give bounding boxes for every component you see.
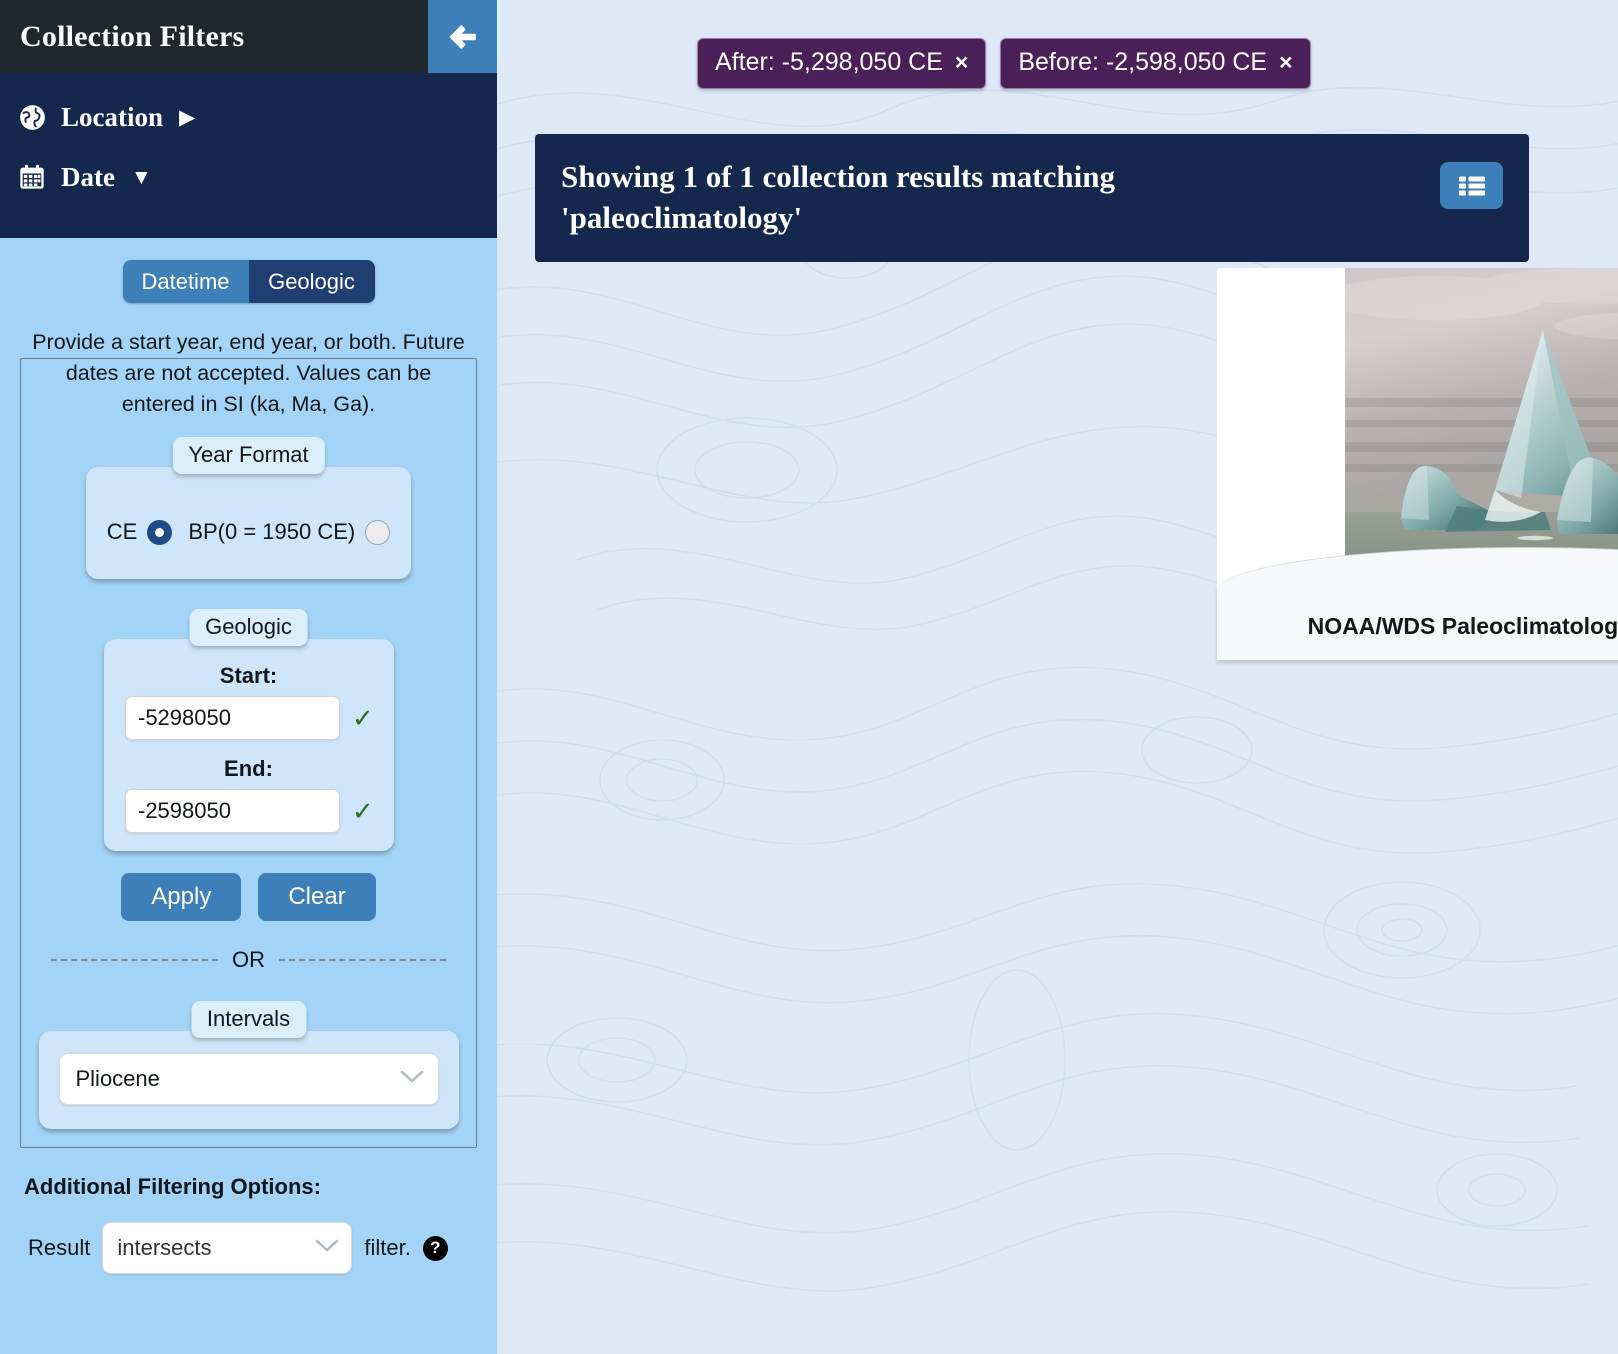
start-valid-check-icon: ✓ <box>352 703 374 733</box>
app-root: Collection Filters Location ▶ Date ▼ Dat… <box>0 0 1618 1354</box>
intervals-group: Intervals Pliocene <box>38 1001 459 1129</box>
filter-chip-after[interactable]: After: -5,298,050 CE × <box>697 38 987 89</box>
results-count-text: Showing 1 of 1 collection results matchi… <box>561 159 1115 235</box>
close-icon[interactable]: × <box>1279 49 1292 76</box>
year-format-group: Year Format CE BP(0 = 1950 CE) <box>86 437 411 579</box>
geologic-range-group: Geologic Start: ✓ End: ✓ <box>103 609 394 851</box>
divider-line-left <box>51 959 218 961</box>
or-divider: OR <box>51 947 446 973</box>
sidebar-header: Collection Filters <box>0 0 497 73</box>
collection-filters-sidebar: Collection Filters Location ▶ Date ▼ Dat… <box>0 0 497 1354</box>
radio-bp[interactable]: BP(0 = 1950 CE) <box>188 519 391 545</box>
date-filter-panel: Datetime Geologic Provide a start year, … <box>0 238 497 1354</box>
calendar-icon <box>17 162 47 192</box>
radio-bp-label: BP(0 = 1950 CE) <box>188 519 356 544</box>
divider-line-right <box>279 959 446 961</box>
date-fieldset: Year Format CE BP(0 = 1950 CE) Geologic … <box>20 358 477 1148</box>
date-mode-toggle: Datetime Geologic <box>122 260 375 303</box>
start-label: Start: <box>219 663 278 688</box>
close-icon[interactable]: × <box>955 49 968 76</box>
results-main-area: After: -5,298,050 CE × Before: -2,598,05… <box>497 0 1618 1354</box>
chevron-down-icon <box>315 1238 339 1258</box>
or-label: OR <box>232 947 265 972</box>
sidebar-item-label: Location <box>61 101 164 132</box>
card-title: NOAA/WDS Paleoclimatology - A global <box>1307 613 1618 639</box>
iceberg-photo <box>1345 268 1618 588</box>
chevron-down-icon[interactable]: ▼ <box>131 167 152 188</box>
radio-ce-dot[interactable] <box>147 519 173 545</box>
clear-button[interactable]: Clear <box>258 873 376 921</box>
intervals-select[interactable]: Pliocene <box>58 1053 439 1105</box>
list-view-toggle-button[interactable] <box>1440 162 1503 209</box>
active-filter-chips: After: -5,298,050 CE × Before: -2,598,05… <box>697 38 1311 89</box>
result-operator-select[interactable]: intersects <box>102 1222 353 1274</box>
list-view-icon <box>1458 176 1485 195</box>
filter-suffix-label: filter. <box>364 1235 411 1260</box>
collapse-sidebar-button[interactable] <box>428 0 497 73</box>
sidebar-item-date[interactable]: Date ▼ <box>0 147 497 207</box>
page-title: Collection Filters <box>20 19 245 53</box>
tab-datetime[interactable]: Datetime <box>122 260 249 303</box>
arrow-left-icon <box>449 24 476 49</box>
collection-result-card[interactable]: NOAA/WDS Paleoclimatology - A global <box>1217 268 1618 660</box>
card-footer: NOAA/WDS Paleoclimatology - A global <box>1217 547 1618 660</box>
intervals-legend: Intervals <box>190 1001 307 1038</box>
result-label: Result <box>28 1235 91 1260</box>
sidebar-item-location[interactable]: Location ▶ <box>0 87 497 147</box>
sidebar-item-label: Date <box>61 161 115 192</box>
result-operator-value: intersects <box>117 1235 212 1260</box>
results-header-bar: Showing 1 of 1 collection results matchi… <box>535 134 1529 262</box>
sidebar-nav: Location ▶ Date ▼ <box>0 73 497 238</box>
chevron-down-icon <box>400 1069 424 1089</box>
intervals-selected-value: Pliocene <box>75 1066 160 1091</box>
tab-geologic[interactable]: Geologic <box>248 260 375 303</box>
chevron-right-icon[interactable]: ▶ <box>179 107 195 128</box>
additional-options-title: Additional Filtering Options: <box>24 1174 321 1199</box>
radio-ce[interactable]: CE <box>107 519 173 545</box>
filter-chip-before[interactable]: Before: -2,598,050 CE × <box>1000 38 1311 89</box>
radio-bp-dot[interactable] <box>365 519 391 545</box>
year-format-legend: Year Format <box>172 437 325 474</box>
filter-chip-label: After: -5,298,050 CE <box>715 48 943 76</box>
globe-icon <box>17 102 47 132</box>
date-action-row: Apply Clear <box>21 873 476 921</box>
result-filter-row: Result intersects filter. ? <box>28 1222 497 1274</box>
geologic-legend: Geologic <box>189 609 308 646</box>
radio-ce-label: CE <box>106 519 138 544</box>
end-year-input[interactable] <box>125 789 340 833</box>
end-label: End: <box>224 756 273 781</box>
start-year-input[interactable] <box>125 696 340 740</box>
question-mark-icon[interactable]: ? <box>422 1235 448 1261</box>
filter-chip-label: Before: -2,598,050 CE <box>1018 48 1268 76</box>
end-valid-check-icon: ✓ <box>352 796 374 826</box>
apply-button[interactable]: Apply <box>121 873 242 921</box>
